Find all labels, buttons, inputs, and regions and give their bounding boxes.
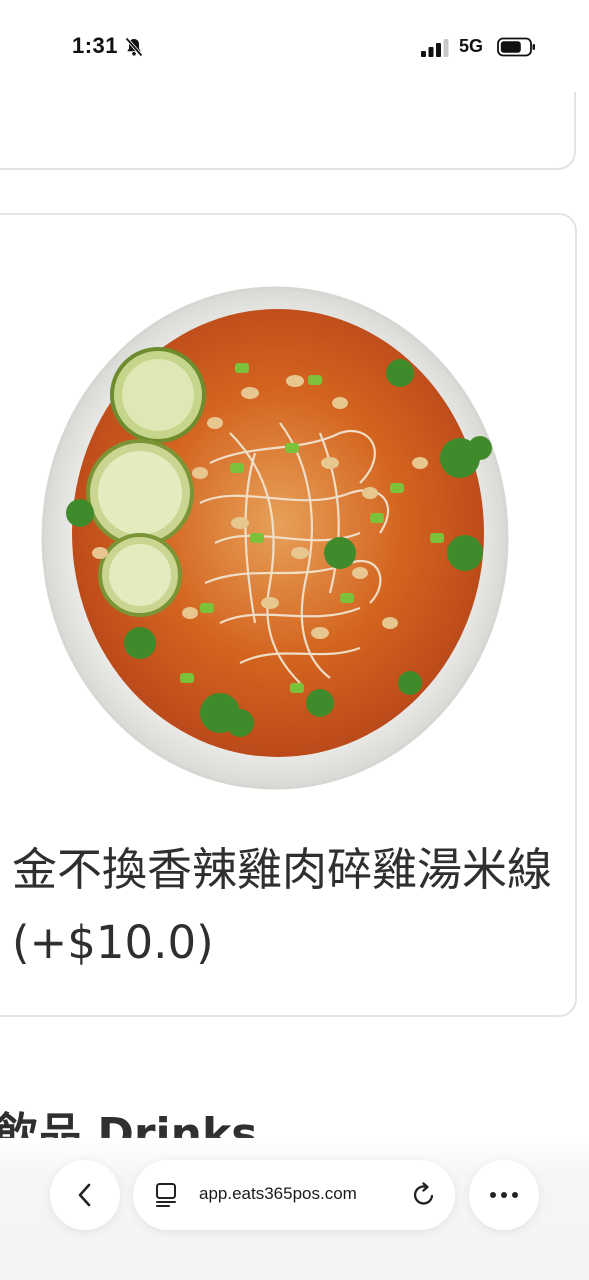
chevron-left-icon [78, 1183, 91, 1207]
section-title: 飲品 Drinks [0, 1109, 258, 1138]
bell-slash-icon [125, 37, 143, 57]
more-button[interactable] [469, 1160, 539, 1230]
dish-name: 金不換香辣雞肉碎雞湯米線 (+$10.0) [12, 843, 553, 969]
status-bar: 1:31 5G [0, 0, 589, 92]
network-type: 5G [459, 36, 484, 56]
cellular-signal-icon [421, 39, 449, 57]
more-icon [490, 1192, 518, 1198]
status-time: 1:31 [72, 33, 119, 58]
reload-icon[interactable] [411, 1182, 437, 1208]
address-bar[interactable]: app.eats365pos.com [133, 1160, 455, 1230]
menu-item-card[interactable]: 金不換香辣雞肉碎雞湯米線 (+$10.0) [0, 213, 577, 1017]
battery-icon [497, 37, 535, 57]
page-icon [156, 1183, 176, 1207]
dish-photo [41, 286, 509, 790]
url-text: app.eats365pos.com [199, 1184, 357, 1203]
back-button[interactable] [50, 1160, 120, 1230]
